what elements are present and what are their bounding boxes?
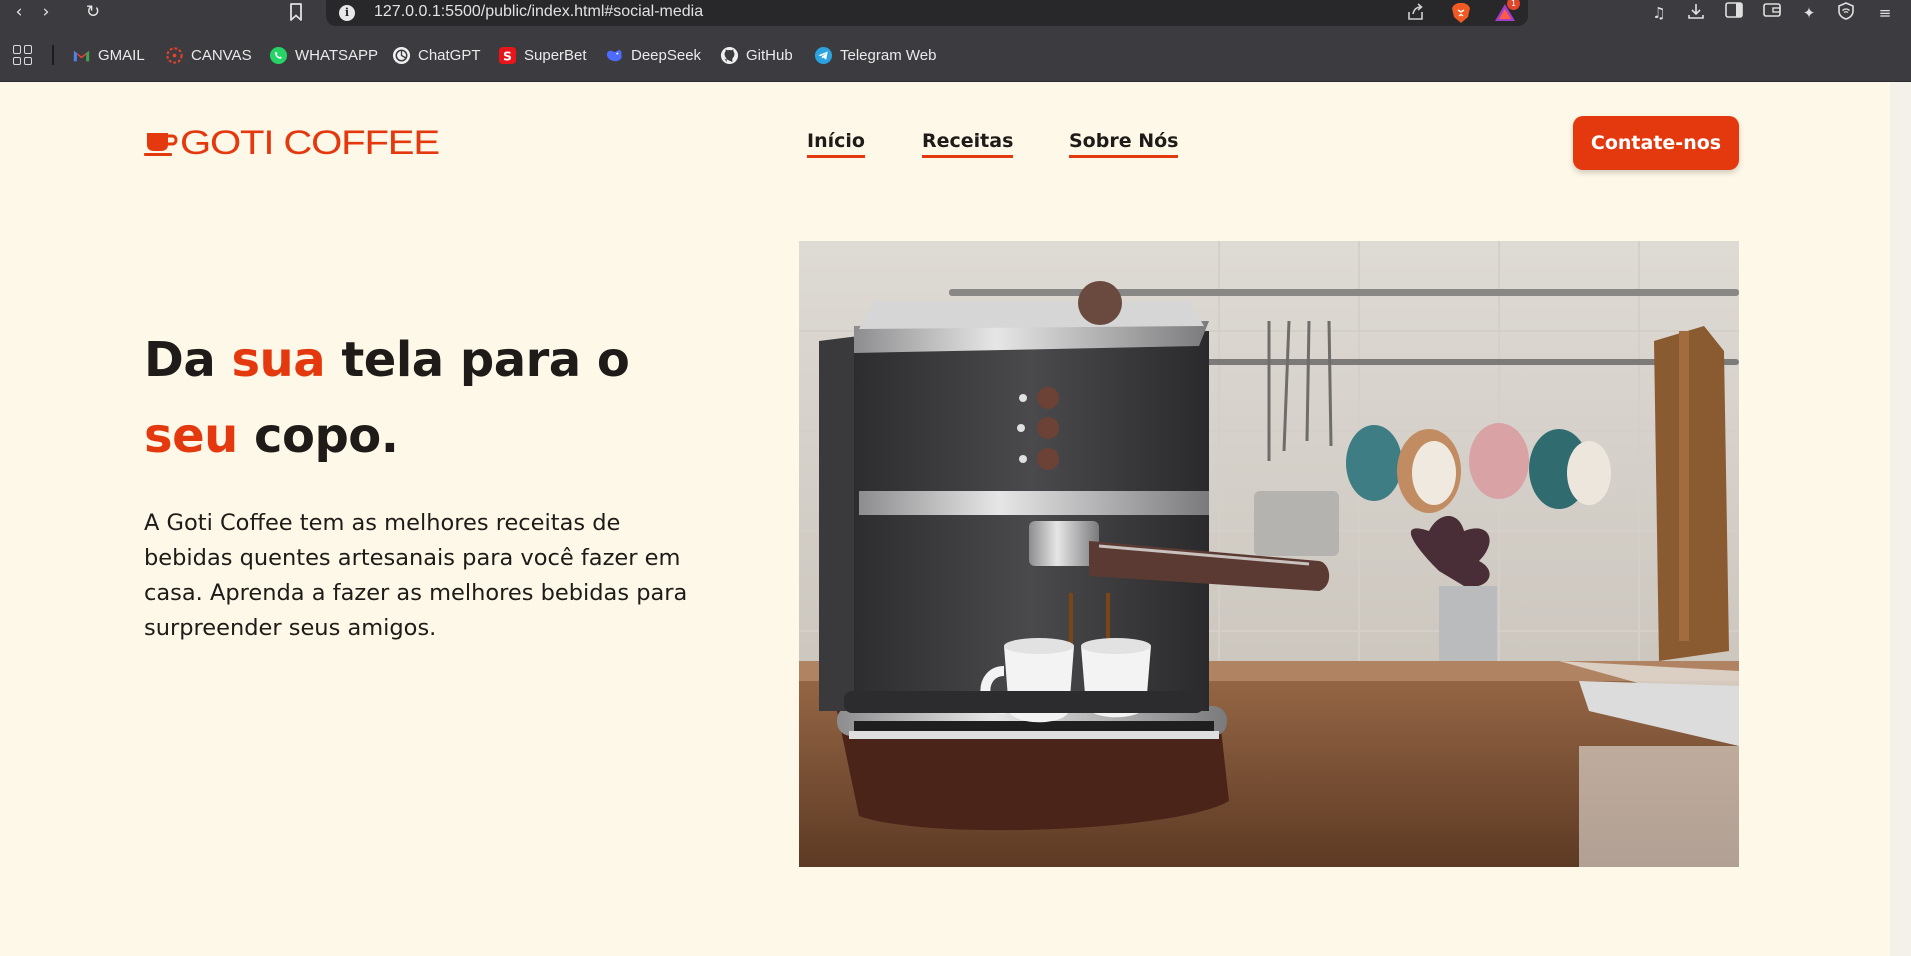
superbet-icon: S — [498, 46, 517, 64]
media-icon[interactable]: ♫ — [1646, 2, 1672, 24]
apps-grid-icon[interactable] — [13, 45, 33, 65]
bookmark-github[interactable]: GitHub — [720, 44, 793, 66]
bookmark-canvas[interactable]: CANVAS — [165, 44, 252, 66]
vpn-icon[interactable] — [1833, 2, 1859, 24]
bookmark-label: SuperBet — [524, 46, 587, 64]
share-icon[interactable] — [1406, 3, 1426, 25]
svg-text:S: S — [503, 49, 512, 63]
reload-icon[interactable]: ↻ — [80, 1, 106, 23]
sidebar-icon[interactable] — [1721, 2, 1747, 24]
nav-link-receitas[interactable]: Receitas — [922, 130, 1014, 158]
nav-link-sobre-nos[interactable]: Sobre Nós — [1069, 130, 1179, 158]
bookmark-label: GitHub — [746, 46, 793, 64]
bookmark-label: WHATSAPP — [295, 46, 379, 64]
menu-icon[interactable]: ≡ — [1872, 2, 1898, 24]
bookmark-chatgpt[interactable]: ChatGPT — [392, 44, 481, 66]
brand-name: GOTI COFFEE — [180, 124, 440, 162]
headline-word: Da — [144, 332, 216, 388]
url-text[interactable]: 127.0.0.1:5500/public/index.html#social-… — [374, 3, 703, 21]
coffee-cup-icon — [144, 133, 178, 156]
bookmarks-bar: GMAIL CANVAS WHATSAPP ChatGPT S SuperBet… — [0, 26, 1911, 82]
brave-shields-icon[interactable] — [1451, 2, 1471, 24]
browser-toolbar: ‹ › ↻ i 127.0.0.1:5500/public/index.html… — [0, 0, 1911, 26]
bookmarks-separator — [52, 45, 54, 65]
whatsapp-icon — [269, 46, 288, 64]
hero-image — [799, 241, 1739, 867]
bookmark-telegram[interactable]: Telegram Web — [814, 44, 936, 66]
page-scrollbar[interactable] — [1890, 82, 1911, 956]
hero-description: A Goti Coffee tem as melhores receitas d… — [144, 510, 688, 641]
bookmark-deepseek[interactable]: DeepSeek — [605, 44, 701, 66]
bookmark-label: ChatGPT — [418, 46, 481, 64]
forward-arrow-icon[interactable]: › — [33, 1, 59, 23]
info-icon[interactable]: i — [339, 5, 355, 21]
address-bar[interactable]: i 127.0.0.1:5500/public/index.html#socia… — [326, 0, 1528, 26]
espresso-machine-illustration — [799, 241, 1739, 867]
wallet-icon[interactable] — [1759, 2, 1785, 24]
headline-accent-word: seu — [144, 408, 238, 464]
bookmark-label: DeepSeek — [631, 46, 702, 64]
gmail-icon — [73, 50, 90, 61]
github-icon — [720, 46, 739, 64]
telegram-icon — [814, 46, 833, 64]
leo-ai-icon[interactable]: ✦ — [1796, 2, 1822, 24]
bookmark-whatsapp[interactable]: WHATSAPP — [269, 44, 378, 66]
bookmark-label: CANVAS — [191, 46, 252, 64]
chatgpt-icon — [392, 46, 411, 64]
back-arrow-icon[interactable]: ‹ — [6, 1, 32, 23]
bookmark-icon[interactable] — [288, 2, 308, 24]
bookmark-gmail[interactable]: GMAIL — [72, 44, 145, 66]
bookmark-superbet[interactable]: S SuperBet — [498, 44, 587, 66]
canvas-icon — [166, 46, 183, 64]
page-viewport: GOTI COFFEE Início Receitas Sobre Nós Co… — [0, 82, 1890, 956]
headline-accent-word: sua — [231, 332, 326, 388]
site-logo[interactable]: GOTI COFFEE — [144, 126, 440, 160]
download-icon[interactable] — [1683, 2, 1709, 24]
rewards-badge: 1 — [1507, 0, 1520, 10]
hero-headline: Da sua tela para o seu copo. — [144, 322, 704, 474]
deepseek-icon — [606, 49, 622, 61]
contact-button[interactable]: Contate-nos — [1573, 116, 1739, 170]
headline-word: copo. — [254, 408, 399, 464]
headline-word: tela para o — [341, 332, 630, 388]
nav-link-inicio[interactable]: Início — [807, 130, 865, 158]
bookmark-label: Telegram Web — [840, 46, 937, 64]
bookmark-label: GMAIL — [98, 46, 145, 64]
